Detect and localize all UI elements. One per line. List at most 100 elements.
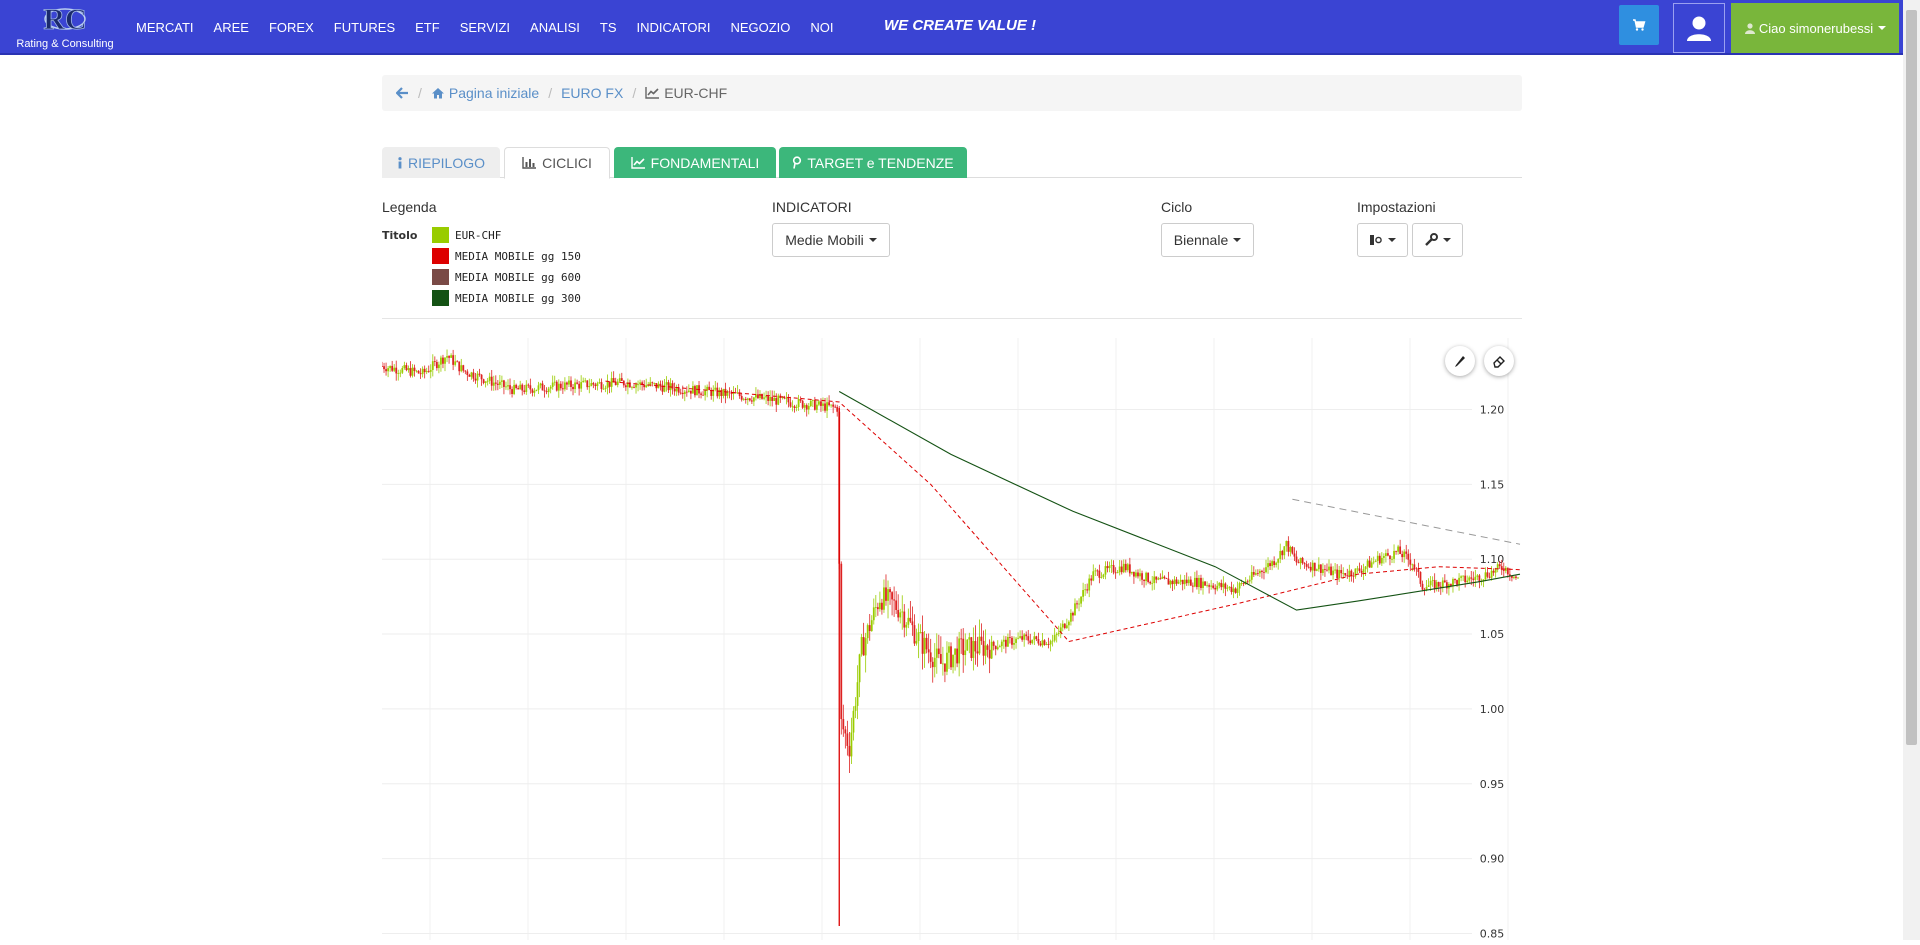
candle-body xyxy=(679,392,682,394)
draw-button[interactable] xyxy=(1445,346,1475,376)
candle-body xyxy=(742,398,745,400)
candle-body xyxy=(883,587,885,610)
candle-body xyxy=(1261,570,1263,572)
nav-ts[interactable]: TS xyxy=(600,20,617,35)
profile-button[interactable] xyxy=(1673,3,1725,53)
indicatori-dropdown[interactable]: Medie Mobili xyxy=(772,223,890,257)
tab-fondamentali[interactable]: FONDAMENTALI xyxy=(614,147,776,178)
nav-negozio[interactable]: NEGOZIO xyxy=(730,20,790,35)
candle-body xyxy=(1376,555,1379,561)
candle-body xyxy=(1057,632,1060,634)
tab-riepilogo-label: RIEPILOGO xyxy=(407,154,486,171)
candle-body xyxy=(1468,577,1471,581)
candle-body xyxy=(1474,576,1477,580)
breadcrumb-section[interactable]: EURO FX xyxy=(561,85,623,101)
chart-type-dropdown[interactable] xyxy=(1357,223,1408,257)
candle-body xyxy=(773,398,776,402)
nav-futures[interactable]: FUTURES xyxy=(334,20,395,35)
nav-forex[interactable]: FOREX xyxy=(269,20,314,35)
candle-body xyxy=(1200,577,1202,588)
nav-servizi[interactable]: SERVIZI xyxy=(460,20,510,35)
nav-aree[interactable]: AREE xyxy=(214,20,249,35)
nav-mercati[interactable]: MERCATI xyxy=(136,20,194,35)
nav-etf[interactable]: ETF xyxy=(415,20,440,35)
candle-body xyxy=(1039,643,1042,646)
candle-body xyxy=(555,381,558,391)
logo[interactable]: RC Rating & Consulting xyxy=(10,2,120,54)
ma150-line xyxy=(605,380,1521,643)
user-icon xyxy=(1744,23,1755,34)
candle-body xyxy=(1385,553,1387,556)
candle-body xyxy=(1114,572,1117,574)
candle-body xyxy=(996,647,999,650)
candle-body xyxy=(1492,570,1495,573)
section-divider xyxy=(382,318,1522,319)
candle-body xyxy=(433,361,436,362)
candle-body xyxy=(1214,587,1217,590)
candle-body xyxy=(1080,596,1082,604)
candle-body xyxy=(1002,639,1005,642)
candle-body xyxy=(891,592,893,600)
candle-body xyxy=(620,378,623,381)
candle-body xyxy=(1053,635,1056,641)
candle-body xyxy=(608,381,611,387)
candle-body xyxy=(531,389,534,393)
candle-body xyxy=(984,645,987,656)
candle-body xyxy=(870,620,873,632)
candle-body xyxy=(1088,578,1091,591)
tab-target-tendenze[interactable]: TARGET e TENDENZE xyxy=(779,147,967,178)
candle-body xyxy=(529,385,532,390)
indicatori-label: INDICATORI xyxy=(772,199,852,215)
candle-body xyxy=(1330,566,1332,576)
ciclo-dropdown[interactable]: Biennale xyxy=(1161,223,1254,257)
candle-body xyxy=(885,587,887,601)
y-tick-label: 0.85 xyxy=(1480,927,1505,940)
candle-body xyxy=(848,745,851,757)
candle-body xyxy=(539,383,542,386)
candle-body xyxy=(874,607,877,608)
vertical-scrollbar[interactable] xyxy=(1903,0,1920,940)
candle-body xyxy=(385,369,387,372)
user-menu-dropdown[interactable]: Ciao simonerubessi xyxy=(1731,3,1899,53)
candle-body xyxy=(598,382,601,384)
candle-body xyxy=(791,406,794,408)
candle-body xyxy=(586,380,589,388)
candle-body xyxy=(1173,579,1176,585)
candle-body xyxy=(1151,582,1154,584)
candle-body xyxy=(689,390,692,394)
candle-body xyxy=(492,382,495,386)
nav-noi[interactable]: NOI xyxy=(810,20,833,35)
candle-body xyxy=(614,382,617,386)
candle-body xyxy=(462,365,465,371)
erase-button[interactable] xyxy=(1484,346,1514,376)
cart-button[interactable] xyxy=(1619,5,1659,45)
candle-body xyxy=(1082,590,1085,597)
candle-body xyxy=(777,395,780,405)
candle-body xyxy=(1462,575,1465,577)
candle-body xyxy=(1204,581,1206,586)
candle-body xyxy=(1413,564,1416,569)
candle-body xyxy=(919,632,922,633)
candle-body xyxy=(1220,582,1223,588)
ciclo-label: Ciclo xyxy=(1161,199,1193,215)
line-chart-icon xyxy=(645,87,660,99)
candle-body xyxy=(523,390,526,392)
candle-body xyxy=(427,371,430,372)
back-button[interactable] xyxy=(396,87,409,99)
legend-swatch xyxy=(432,227,449,243)
breadcrumb-home[interactable]: Pagina iniziale xyxy=(431,85,539,101)
price-chart[interactable]: 1.20 1.15 1.10 1.05 1.00 0.95 0.90 0.85 xyxy=(381,338,1522,940)
scrollbar-thumb[interactable] xyxy=(1906,10,1917,745)
tab-riepilogo[interactable]: RIEPILOGO xyxy=(382,147,500,178)
candle-body xyxy=(580,382,583,389)
candle-body xyxy=(1344,572,1347,576)
nav-analisi[interactable]: ANALISI xyxy=(530,20,580,35)
chart-canvas[interactable]: 1.201.151.101.051.000.950.900.85 xyxy=(381,338,1522,940)
nav-indicatori[interactable]: INDICATORI xyxy=(637,20,711,35)
candle-body xyxy=(881,602,883,610)
candle-body xyxy=(435,361,438,369)
tools-dropdown[interactable] xyxy=(1412,223,1463,257)
candle-body xyxy=(1149,581,1152,584)
candle-body xyxy=(411,367,414,376)
tab-ciclici[interactable]: CICLICI xyxy=(504,147,610,179)
